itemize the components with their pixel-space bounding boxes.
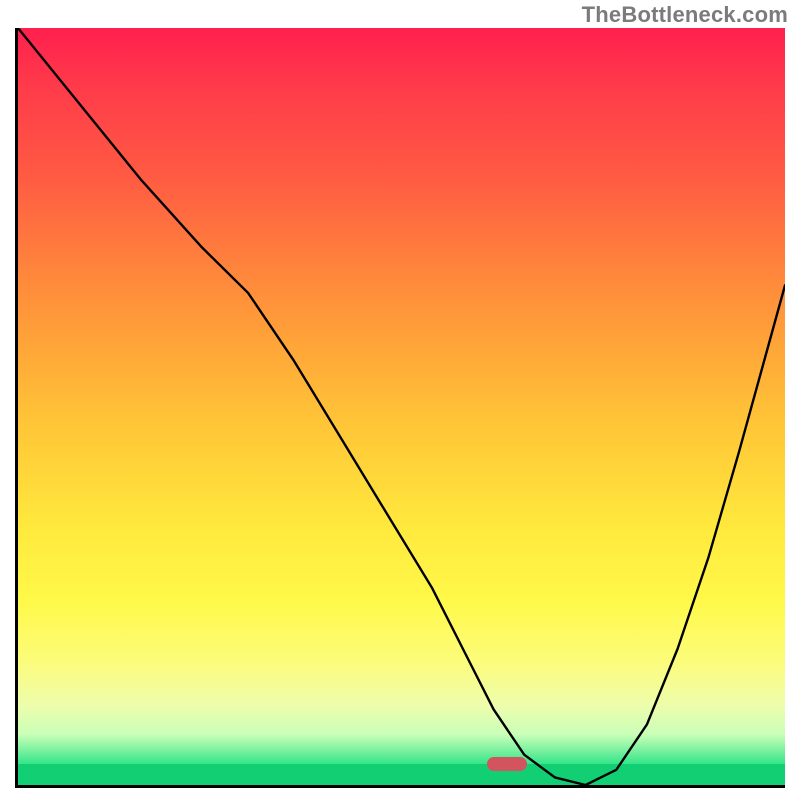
- green-baseline-bar: [18, 764, 785, 785]
- gradient-background: [18, 28, 785, 764]
- optimal-point-marker: [487, 757, 527, 771]
- chart-area: [15, 28, 785, 788]
- watermark-text: TheBottleneck.com: [582, 2, 788, 28]
